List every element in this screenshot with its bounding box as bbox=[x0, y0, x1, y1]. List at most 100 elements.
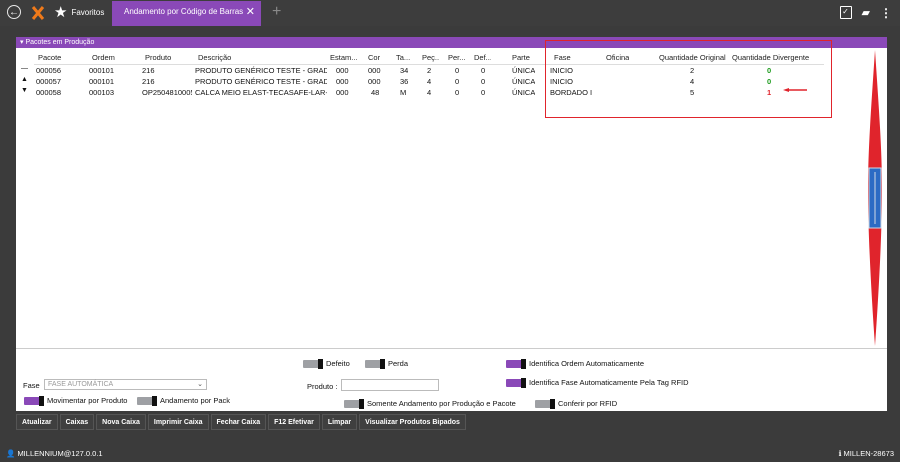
col-header-estampa[interactable]: Estam... bbox=[330, 53, 360, 62]
action-bar: Atualizar Caixas Nova Caixa Imprimir Cai… bbox=[16, 414, 466, 432]
toggle-switch[interactable] bbox=[137, 396, 157, 407]
cell-parte: ÚNICA bbox=[512, 88, 536, 97]
favorites-label: Favoritos bbox=[71, 8, 105, 17]
toggle-conferir-rfid[interactable]: Conferir por RFID bbox=[535, 399, 618, 410]
cell-estampa: 000 bbox=[336, 88, 349, 97]
back-icon[interactable]: ← bbox=[7, 5, 21, 19]
col-header-tamanho[interactable]: Ta... bbox=[396, 53, 411, 62]
tab-andamento[interactable]: Andamento por Código de Barras ✕ bbox=[112, 1, 261, 26]
collapse-icon[interactable]: ▾ bbox=[20, 39, 24, 46]
cell-pacote: 000057 bbox=[36, 77, 62, 86]
col-header-produto[interactable]: Produto bbox=[145, 53, 171, 62]
cell-pecas: 4 bbox=[427, 77, 432, 86]
star-icon: ★ bbox=[54, 4, 68, 21]
visualizar-produtos-button[interactable]: Visualizar Produtos Bipados bbox=[359, 414, 466, 430]
cell-ordem: 000101 bbox=[89, 77, 115, 86]
toggle-perda[interactable]: Perda bbox=[365, 359, 409, 370]
col-header-pecas[interactable]: Peç... bbox=[422, 53, 439, 62]
toggle-identifica-ordem[interactable]: Identifica Ordem Automaticamente bbox=[506, 359, 645, 370]
chevron-down-icon[interactable]: ⌄ bbox=[197, 380, 203, 389]
highlight-box bbox=[545, 40, 832, 118]
col-header-defeito[interactable]: Def... bbox=[474, 53, 491, 62]
close-tab-icon[interactable]: ✕ bbox=[246, 5, 255, 18]
status-server-text: MILLEN-28673 bbox=[843, 449, 894, 458]
vertical-scrollbar[interactable] bbox=[866, 50, 884, 346]
cell-cor: 000 bbox=[368, 77, 381, 86]
cell-defeito: 0 bbox=[481, 88, 486, 97]
row-marker: ▲ bbox=[21, 76, 28, 83]
cell-produto: OP2504810005 bbox=[142, 88, 192, 97]
nova-caixa-button[interactable]: Nova Caixa bbox=[96, 414, 146, 430]
fechar-caixa-button[interactable]: Fechar Caixa bbox=[210, 414, 267, 430]
col-header-descricao[interactable]: Descrição bbox=[198, 53, 231, 62]
toggle-somente-andamento-label: Somente Andamento por Produção e Pacote bbox=[367, 399, 516, 408]
cell-pecas: 2 bbox=[427, 66, 432, 75]
produto-input[interactable] bbox=[341, 379, 439, 391]
efetivar-button[interactable]: F12 Efetivar bbox=[268, 414, 320, 430]
cell-descricao: CALCA MEIO ELAST-TECASAFE-LAR-PET bbox=[195, 88, 327, 97]
toggle-switch[interactable] bbox=[24, 396, 44, 407]
status-server: ℹ MILLEN-28673 bbox=[839, 449, 894, 458]
top-bar: ← ★ Favoritos Andamento por Código de Ba… bbox=[0, 0, 900, 26]
toggle-identifica-fase[interactable]: Identifica Fase Automaticamente Pela Tag… bbox=[506, 378, 689, 389]
chat-icon[interactable]: ▰ bbox=[862, 6, 870, 20]
toggle-identifica-ordem-label: Identifica Ordem Automaticamente bbox=[529, 359, 645, 368]
row-marker: — bbox=[21, 65, 28, 72]
cell-tamanho: 34 bbox=[400, 66, 409, 75]
cell-estampa: 000 bbox=[336, 66, 349, 75]
toggle-switch[interactable] bbox=[535, 399, 555, 410]
info-icon: ℹ bbox=[838, 449, 842, 458]
cell-descricao: PRODUTO GENÉRICO TESTE - GRADE C bbox=[195, 66, 327, 75]
col-header-parte[interactable]: Parte bbox=[512, 53, 530, 62]
cell-defeito: 0 bbox=[481, 77, 486, 86]
imprimir-caixa-button[interactable]: Imprimir Caixa bbox=[147, 414, 209, 430]
toggle-conferir-rfid-label: Conferir por RFID bbox=[558, 399, 618, 408]
cell-parte: ÚNICA bbox=[512, 66, 536, 75]
atualizar-button[interactable]: Atualizar bbox=[16, 414, 58, 430]
toggle-switch[interactable] bbox=[303, 359, 323, 370]
cell-tamanho: M bbox=[400, 88, 407, 97]
col-header-perda[interactable]: Per... bbox=[448, 53, 465, 62]
toggle-switch[interactable] bbox=[506, 378, 526, 389]
toggle-movimentar-label: Movimentar por Produto bbox=[47, 396, 128, 405]
cell-perda: 0 bbox=[455, 77, 460, 86]
col-header-pacote[interactable]: Pacote bbox=[38, 53, 61, 62]
cell-perda: 0 bbox=[455, 88, 460, 97]
clipboard-icon[interactable]: ✓ bbox=[839, 6, 852, 19]
produto-label: Produto : bbox=[307, 382, 338, 391]
row-marker: ▼ bbox=[21, 87, 28, 94]
toggle-perda-label: Perda bbox=[388, 359, 409, 368]
cell-defeito: 0 bbox=[481, 66, 486, 75]
user-icon: 👤 bbox=[6, 449, 16, 458]
cell-tamanho: 36 bbox=[400, 77, 409, 86]
toggle-switch[interactable] bbox=[506, 359, 526, 370]
cell-ordem: 000103 bbox=[89, 88, 115, 97]
more-options-icon[interactable]: ⋮ bbox=[880, 6, 892, 20]
toggle-defeito-label: Defeito bbox=[326, 359, 350, 368]
toggle-andamento-pack[interactable]: Andamento por Pack bbox=[137, 396, 231, 407]
toggle-switch[interactable] bbox=[365, 359, 385, 370]
col-header-ordem[interactable]: Ordem bbox=[92, 53, 115, 62]
col-header-cor[interactable]: Cor bbox=[368, 53, 380, 62]
fase-select[interactable]: FASE AUTOMÁTICA ⌄ bbox=[44, 379, 207, 390]
cell-produto: 216 bbox=[142, 66, 155, 75]
cell-produto: 216 bbox=[142, 77, 155, 86]
toggle-somente-andamento[interactable]: Somente Andamento por Produção e Pacote bbox=[344, 399, 516, 410]
status-user: 👤 MILLENNIUM@127.0.0.1 bbox=[6, 449, 103, 458]
toggle-andamento-pack-label: Andamento por Pack bbox=[160, 396, 231, 405]
cell-cor: 48 bbox=[371, 88, 380, 97]
new-tab-icon[interactable]: + bbox=[272, 3, 281, 21]
app-logo-icon[interactable] bbox=[30, 4, 46, 22]
caixas-button[interactable]: Caixas bbox=[59, 414, 95, 430]
options-area: Defeito Perda Identifica Ordem Automatic… bbox=[16, 348, 887, 411]
toggle-movimentar[interactable]: Movimentar por Produto bbox=[24, 396, 128, 407]
arrow-left-icon bbox=[783, 88, 807, 92]
toggle-defeito[interactable]: Defeito bbox=[303, 359, 350, 370]
cell-pacote: 000056 bbox=[36, 66, 62, 75]
fase-select-value: FASE AUTOMÁTICA bbox=[48, 381, 114, 388]
toggle-switch[interactable] bbox=[344, 399, 364, 410]
cell-cor: 000 bbox=[368, 66, 381, 75]
panel-title: Pacotes em Produção bbox=[25, 39, 95, 46]
limpar-button[interactable]: Limpar bbox=[321, 414, 358, 430]
favorites-button[interactable]: ★ Favoritos bbox=[54, 5, 104, 20]
